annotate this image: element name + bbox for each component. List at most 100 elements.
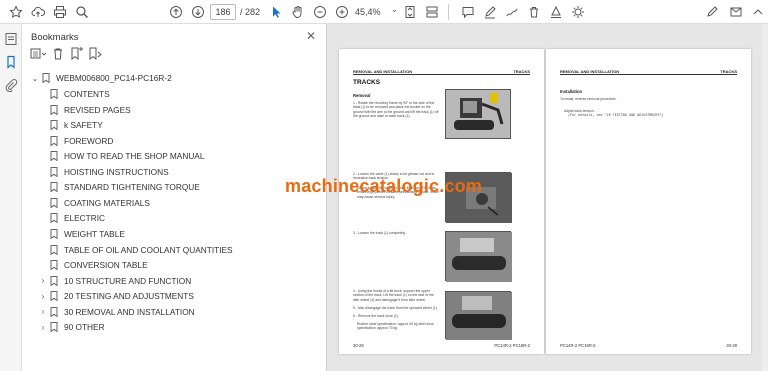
- bookmark-item[interactable]: k SAFETY: [38, 118, 103, 132]
- bookmark-icon: [50, 182, 58, 193]
- page-number-input[interactable]: 186: [210, 4, 236, 20]
- delete-icon[interactable]: [526, 4, 542, 20]
- bookmark-item[interactable]: TABLE OF OIL AND COOLANT QUANTITIES: [38, 243, 233, 257]
- bookmark-icon: [50, 89, 58, 99]
- bookmark-label: 90 OTHER: [64, 322, 105, 333]
- add-bookmark-icon[interactable]: [71, 47, 83, 61]
- main-toolbar: 186 / 282 45,4% ⌄: [0, 0, 768, 24]
- bookmark-icon[interactable]: [4, 55, 18, 69]
- search-icon[interactable]: [74, 4, 90, 20]
- bookmark-item[interactable]: ELECTRIC: [38, 211, 105, 225]
- chevron-right-icon[interactable]: ›: [38, 323, 48, 332]
- bookmark-icon: [50, 275, 58, 286]
- bookmark-icon: [50, 260, 58, 271]
- bookmark-item[interactable]: HOW TO READ THE SHOP MANUAL: [38, 149, 204, 163]
- track-removal-photo: [445, 291, 512, 340]
- fill-sign-icon[interactable]: [548, 4, 564, 20]
- select-cursor-icon[interactable]: [268, 4, 284, 20]
- bookmark-label: CONVERSION TABLE: [64, 260, 148, 271]
- bookmark-icon: [50, 120, 58, 131]
- header-rule: [353, 74, 530, 75]
- bookmark-item[interactable]: › 30 REMOVAL AND INSTALLATION: [38, 305, 195, 319]
- bookmark-item[interactable]: HOISTING INSTRUCTIONS: [38, 165, 169, 179]
- draw-icon[interactable]: [504, 4, 520, 20]
- vertical-scrollbar[interactable]: [762, 24, 768, 371]
- step-6: 6 - Remove the track shoe (1).: [353, 314, 399, 318]
- bookmark-item[interactable]: › 20 TESTING AND ADJUSTMENTS: [38, 289, 194, 303]
- share-icon[interactable]: [728, 4, 744, 20]
- previous-page-icon[interactable]: [168, 4, 184, 20]
- track-photo: [445, 231, 512, 282]
- header-rule: [560, 74, 737, 75]
- comment-icon[interactable]: [460, 4, 476, 20]
- upload-cloud-icon[interactable]: [30, 4, 46, 20]
- options-menu-icon[interactable]: [30, 48, 47, 59]
- bookmark-label: WEIGHT TABLE: [64, 228, 125, 239]
- fit-page-icon[interactable]: [402, 4, 418, 20]
- close-icon[interactable]: ✕: [306, 29, 316, 43]
- star-icon[interactable]: [8, 4, 24, 20]
- bookmark-icon: [42, 73, 50, 83]
- bookmark-item[interactable]: COATING MATERIALS: [38, 196, 150, 210]
- zoom-in-icon[interactable]: [334, 4, 350, 20]
- bookmark-item[interactable]: STANDARD TIGHTENING TORQUE: [38, 180, 200, 194]
- page-30-28: REMOVAL AND INSTALLATION TRACKS TRACKS R…: [339, 49, 544, 354]
- zoom-level[interactable]: 45,4%: [355, 4, 391, 20]
- bookmark-item[interactable]: WEIGHT TABLE: [38, 227, 125, 241]
- bookmark-item[interactable]: › 90 OTHER: [38, 320, 105, 334]
- panel-title: Bookmarks: [31, 32, 79, 43]
- bookmark-item[interactable]: CONVERSION TABLE: [38, 258, 148, 272]
- highlight-pen-icon[interactable]: [482, 4, 498, 20]
- move-bookmark-icon[interactable]: [89, 47, 102, 61]
- model-footer: PC14R-2 PC16R-2: [494, 343, 530, 348]
- chevron-right-icon[interactable]: ›: [38, 292, 48, 301]
- bookmarks-panel: Bookmarks ✕ ⌄ WEBM006800_PC14-PC16R-2 CO…: [22, 24, 327, 371]
- bookmark-icon: [50, 291, 58, 302]
- bookmark-icon: [50, 322, 58, 333]
- install-line-3: (For details, see "20 TESTING AND ADJUST…: [568, 114, 664, 118]
- scroll-mode-icon[interactable]: [424, 4, 440, 20]
- toolbar-divider: [448, 4, 449, 20]
- step-5: 5 - Also disengage the track from the sp…: [353, 306, 438, 310]
- collapse-toolbar-icon[interactable]: [750, 4, 766, 20]
- more-tools-icon[interactable]: [570, 4, 586, 20]
- section-title: Installation: [560, 89, 583, 94]
- zoom-out-icon[interactable]: [312, 4, 328, 20]
- page-total: / 282: [240, 7, 261, 17]
- print-icon[interactable]: [52, 4, 68, 20]
- bookmark-icon: [50, 213, 58, 224]
- bookmark-label: COATING MATERIALS: [64, 197, 150, 208]
- edit-pdf-icon[interactable]: [704, 4, 720, 20]
- model-footer: PC14R-2 PC16R-2: [560, 343, 596, 348]
- install-line-1: To install, reverse removal procedure.: [560, 97, 617, 101]
- bookmark-label: STANDARD TIGHTENING TORQUE: [64, 182, 200, 193]
- section-title: Removal: [353, 93, 371, 98]
- bookmark-item[interactable]: REVISED PAGES: [38, 103, 131, 117]
- chevron-right-icon[interactable]: ›: [38, 276, 48, 285]
- bookmark-item[interactable]: › 10 STRUCTURE AND FUNCTION: [38, 274, 191, 288]
- document-view[interactable]: REMOVAL AND INSTALLATION TRACKS TRACKS R…: [327, 24, 768, 371]
- step-4: 4 - Using the hooks of a lift truck, sup…: [353, 289, 434, 302]
- bookmark-label: HOISTING INSTRUCTIONS: [64, 166, 169, 177]
- bookmark-icon: [50, 306, 58, 317]
- step-3: 3 - Loosen the track (1) completely.: [353, 231, 406, 235]
- install-line-2: Adjust track tension.: [564, 109, 595, 113]
- bookmark-root[interactable]: ⌄ WEBM006800_PC14-PC16R-2: [30, 71, 172, 85]
- bookmark-icon: [50, 166, 58, 177]
- bookmark-item[interactable]: CONTENTS: [38, 87, 110, 101]
- hand-tool-icon[interactable]: [290, 4, 306, 20]
- bookmark-label: 30 REMOVAL AND INSTALLATION: [64, 306, 195, 317]
- chevron-down-icon[interactable]: ⌄: [391, 5, 398, 14]
- page-thumbnails-icon[interactable]: [4, 32, 18, 46]
- page-title: TRACKS: [353, 79, 381, 86]
- attachment-icon[interactable]: [4, 78, 18, 93]
- delete-bookmark-icon[interactable]: [54, 48, 62, 60]
- chevron-down-icon[interactable]: ⌄: [30, 74, 40, 83]
- chevron-right-icon[interactable]: ›: [38, 307, 48, 316]
- bookmark-item[interactable]: FOREWORD: [38, 134, 113, 148]
- bookmark-icon: [50, 228, 58, 239]
- bookmark-label: CONTENTS: [64, 89, 110, 99]
- navigation-rail: [0, 24, 22, 371]
- spec-note: Rubber shoe specification: approx 40 kg …: [357, 322, 434, 331]
- next-page-icon[interactable]: [190, 4, 206, 20]
